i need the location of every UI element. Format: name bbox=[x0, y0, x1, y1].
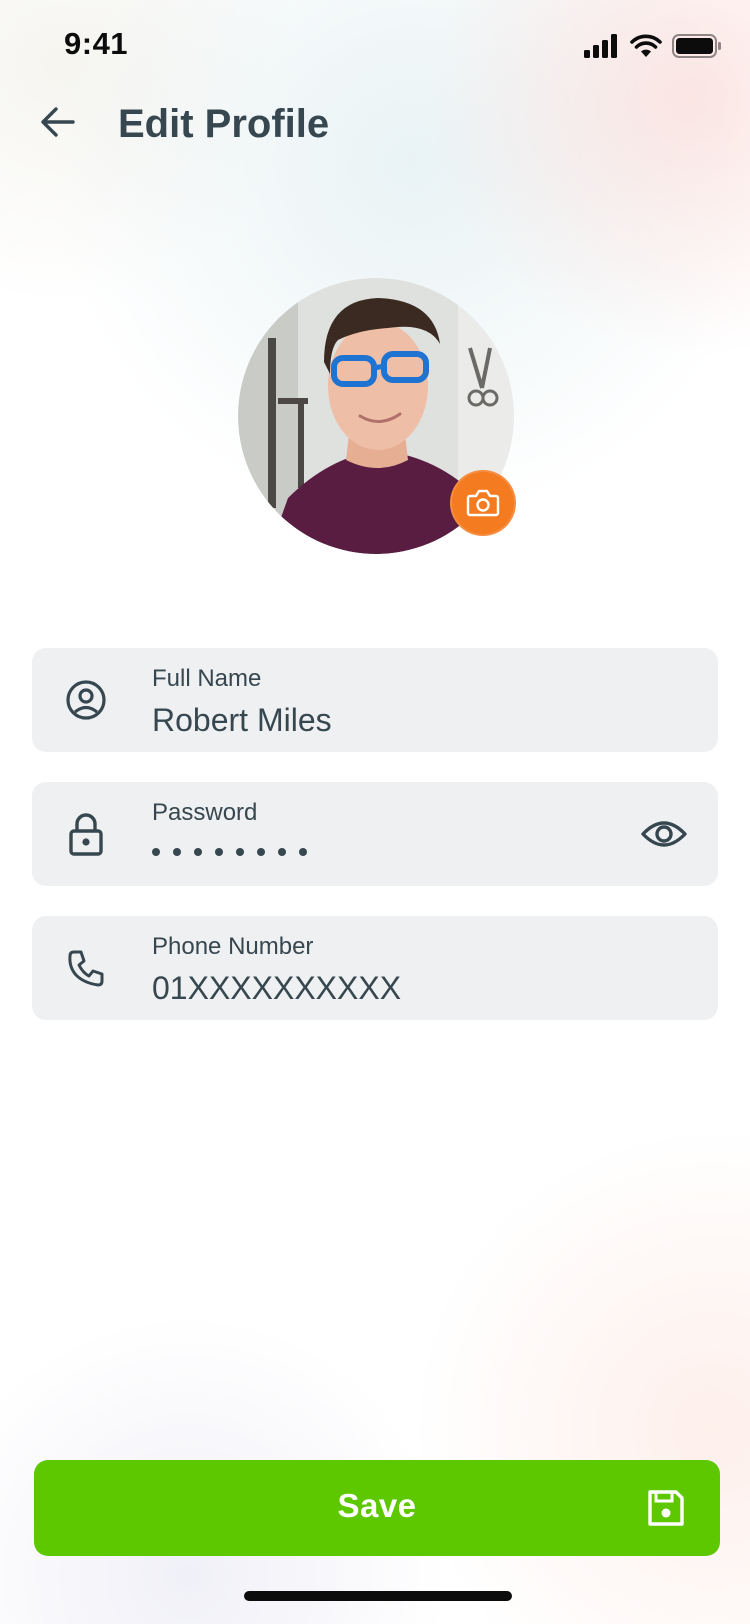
password-dot bbox=[215, 848, 223, 856]
save-button[interactable]: Save bbox=[34, 1460, 720, 1556]
eye-icon bbox=[641, 821, 687, 847]
lock-icon bbox=[69, 813, 103, 856]
header: Edit Profile bbox=[0, 88, 750, 164]
home-indicator bbox=[244, 1591, 512, 1601]
phone-icon-wrap bbox=[64, 946, 108, 990]
change-photo-button[interactable] bbox=[450, 470, 516, 536]
phone-field[interactable]: Phone Number 01XXXXXXXXXX bbox=[32, 916, 718, 1020]
password-dot bbox=[152, 848, 160, 856]
camera-icon bbox=[466, 489, 500, 517]
password-dot bbox=[257, 848, 265, 856]
avatar-container bbox=[238, 278, 516, 554]
phone-icon bbox=[68, 950, 104, 987]
phone-input[interactable]: 01XXXXXXXXXX bbox=[152, 970, 632, 1007]
cellular-signal-icon bbox=[584, 34, 617, 58]
phone-label: Phone Number bbox=[152, 933, 314, 960]
password-label: Password bbox=[152, 799, 258, 826]
status-icons bbox=[584, 32, 722, 60]
password-dot bbox=[194, 848, 202, 856]
full-name-icon-wrap bbox=[64, 678, 108, 722]
full-name-input[interactable]: Robert Miles bbox=[152, 702, 632, 739]
password-dot bbox=[299, 848, 307, 856]
arrow-left-icon bbox=[41, 107, 75, 137]
status-bar: 9:41 bbox=[0, 0, 750, 90]
wifi-icon bbox=[630, 34, 662, 57]
password-dot bbox=[173, 848, 181, 856]
back-button[interactable] bbox=[36, 100, 80, 144]
password-dot bbox=[236, 848, 244, 856]
user-circle-icon bbox=[66, 680, 106, 720]
password-dot bbox=[278, 848, 286, 856]
password-input[interactable] bbox=[152, 848, 307, 856]
battery-icon bbox=[672, 34, 721, 58]
show-password-toggle[interactable] bbox=[640, 812, 688, 856]
save-label: Save bbox=[337, 1487, 417, 1524]
password-field[interactable]: Password bbox=[32, 782, 718, 886]
password-icon-wrap bbox=[64, 812, 108, 856]
status-time: 9:41 bbox=[64, 26, 129, 61]
full-name-field[interactable]: Full Name Robert Miles bbox=[32, 648, 718, 752]
full-name-label: Full Name bbox=[152, 665, 262, 692]
floppy-disk-icon bbox=[648, 1490, 684, 1526]
page-title: Edit Profile bbox=[118, 102, 330, 146]
